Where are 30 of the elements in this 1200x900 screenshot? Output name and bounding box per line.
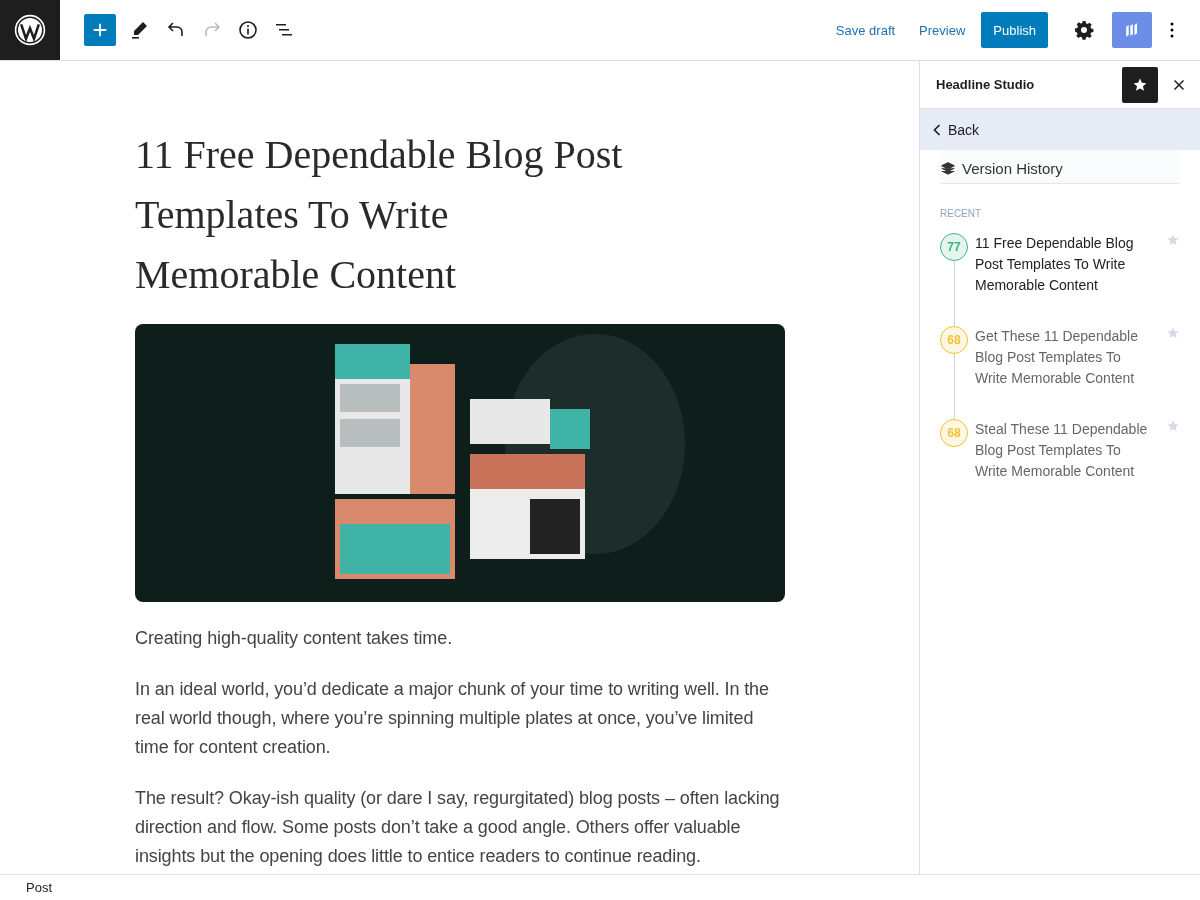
score-badge: 77 (940, 233, 968, 261)
star-icon[interactable] (1166, 233, 1180, 247)
group-label: RECENT (940, 208, 983, 219)
back-button[interactable]: Back (920, 109, 1200, 150)
post-title[interactable]: 11 Free Dependable Blog Post Templates To Write Memorable Content (135, 125, 635, 305)
paragraph[interactable]: In an ideal world, you’d dedicate a major chunk of your time to writing well. In the real world though, where you’re spinning multiple plates at once, you’ve limited time for content creation. (135, 675, 785, 762)
plugin-button[interactable] (1112, 12, 1152, 48)
star-button[interactable] (1122, 66, 1158, 103)
settings-icon[interactable] (1072, 18, 1096, 42)
paragraph[interactable]: Creating high-quality content takes time. (135, 624, 785, 653)
star-icon[interactable] (1166, 326, 1180, 340)
info-icon[interactable] (236, 18, 260, 42)
score-badge: 68 (940, 419, 968, 447)
preview-button[interactable]: Preview (911, 16, 974, 44)
save-draft-button[interactable]: Save draft (827, 16, 904, 44)
star-icon[interactable] (1166, 419, 1180, 433)
chevron-left-icon (932, 122, 942, 137)
wordpress-logo[interactable] (0, 0, 60, 60)
layers-icon (940, 160, 956, 177)
headline-version[interactable]: Get These 11 Dependable Blog Post Templates To Write Memorable Content (975, 326, 1153, 419)
score-badge: 68 (940, 326, 968, 354)
headline-version[interactable]: Steal These 11 Dependable Blog Post Templates To Write Memorable Content (975, 419, 1153, 512)
add-button[interactable] (84, 14, 116, 46)
publish-button[interactable]: Publish (981, 12, 1048, 48)
breadcrumb[interactable]: Post (26, 880, 52, 895)
panel-title: Headline Studio (936, 77, 1035, 92)
section-title: Version History (962, 160, 1063, 177)
headline-version[interactable]: 11 Free Dependable Blog Post Templates To Write Memorable Content (975, 233, 1153, 326)
paragraph[interactable]: The result? Okay-ish quality (or dare I say, regurgitated) blog posts – often lacking direction and flow. Some posts don’t take a good angle. Others offer valuable insights but the opening does little to entice readers to continue reading. (135, 784, 785, 871)
plus-icon (91, 21, 109, 39)
